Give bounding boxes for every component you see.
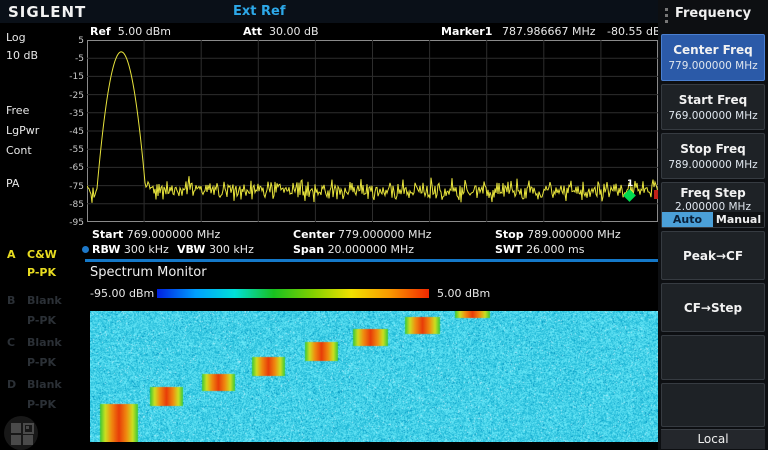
waterfall-display	[90, 311, 658, 442]
softkey-blank-2[interactable]	[661, 383, 765, 427]
trigger-free-label: Free	[6, 104, 29, 117]
trace-d-id: D	[7, 378, 16, 391]
attenuation-readout: Att 30.00 dB	[243, 25, 319, 38]
ext-ref-status: Ext Ref	[233, 4, 286, 19]
trace-c-id: C	[7, 336, 15, 349]
local-button[interactable]: Local	[661, 429, 765, 449]
scale-div-label: 10 dB	[6, 49, 38, 62]
swt-readout: SWT 26.000 ms	[495, 243, 585, 256]
brand-logo: SIGLENT	[8, 3, 86, 21]
ref-label: Ref	[90, 25, 111, 38]
cf-to-step-button[interactable]: CF→Step	[661, 283, 765, 332]
marker-freq: 787.986667 MHz	[502, 25, 596, 38]
start-freq-button[interactable]: Start Freq 769.000000 MHz	[661, 84, 765, 130]
y-tick-label: 5	[54, 36, 84, 46]
preamp-label: PA	[6, 177, 19, 190]
y-tick-label: -15	[54, 72, 84, 82]
y-tick-label: -35	[54, 109, 84, 119]
stop-freq-button[interactable]: Stop Freq 789.000000 MHz	[661, 133, 765, 179]
stop-freq-readout: Stop 789.000000 MHz	[495, 228, 621, 241]
trace-c-type: Blank	[27, 336, 62, 349]
softkey-blank-1[interactable]	[661, 335, 765, 380]
freq-step-manual-tab[interactable]: Manual	[713, 212, 764, 227]
spectrum-monitor-title: Spectrum Monitor	[90, 265, 207, 280]
center-freq-button[interactable]: Center Freq 779.000000 MHz	[661, 34, 765, 81]
y-tick-label: -95	[54, 218, 84, 228]
y-tick-label: -55	[54, 145, 84, 155]
ref-value: 5.00 dBm	[118, 25, 171, 38]
att-value: 30.00 dB	[269, 25, 319, 38]
rbw-coupled-dot	[82, 246, 89, 253]
rbw-readout: RBW 300 kHz	[92, 243, 169, 256]
marker-label: Marker1	[441, 25, 492, 38]
scale-max-label: 5.00 dBm	[437, 287, 490, 300]
trace-b-type: Blank	[27, 294, 62, 307]
marker1-label: 1	[627, 179, 633, 189]
vbw-readout: VBW 300 kHz	[177, 243, 254, 256]
scale-type-label: Log	[6, 31, 26, 44]
y-tick-label: -85	[54, 200, 84, 210]
trace-a-type: C&W	[27, 248, 57, 261]
top-bar	[0, 0, 658, 23]
menu-title: Frequency	[658, 6, 768, 21]
center-freq-readout: Center 779.000000 MHz	[293, 228, 432, 241]
spectrum-plot: 1	[87, 40, 658, 222]
start-freq-readout: Start 769.000000 MHz	[92, 228, 220, 241]
amplitude-colorbar	[157, 289, 429, 298]
peak-to-cf-button[interactable]: Peak→CF	[661, 231, 765, 280]
trace-c-detector: P-PK	[27, 356, 56, 369]
y-tick-label: -65	[54, 163, 84, 173]
trace-d-detector: P-PK	[27, 398, 56, 411]
y-tick-label: -5	[54, 54, 84, 64]
trace-a-detector: P-PK	[27, 266, 56, 279]
trace-d-type: Blank	[27, 378, 62, 391]
y-tick-label: -75	[54, 182, 84, 192]
scale-min-label: -95.00 dBm	[90, 287, 154, 300]
spectrum-analyzer-screen: SIGLENT Ext Ref Ref 5.00 dBm Att 30.00 d…	[0, 0, 768, 450]
softkey-menu: Frequency Center Freq 779.000000 MHz Sta…	[658, 0, 768, 450]
ref-level-readout: Ref 5.00 dBm	[90, 25, 171, 38]
trace-a-id: A	[7, 248, 16, 261]
trigger-lgpwr-label: LgPwr	[6, 124, 39, 137]
y-tick-label: -45	[54, 127, 84, 137]
apps-grid-icon[interactable]	[4, 416, 38, 450]
span-readout: Span 20.000000 MHz	[293, 243, 414, 256]
y-tick-label: -25	[54, 91, 84, 101]
trigger-cont-label: Cont	[6, 144, 32, 157]
section-divider	[85, 259, 660, 262]
freq-step-button[interactable]: Freq Step 2.000000 MHz Auto Manual	[661, 182, 765, 228]
trace-b-detector: P-PK	[27, 314, 56, 327]
att-label: Att	[243, 25, 262, 38]
trace-a-line	[87, 40, 658, 222]
marker-readout: Marker1	[441, 25, 492, 38]
freq-step-auto-tab[interactable]: Auto	[662, 212, 713, 227]
trace-b-id: B	[7, 294, 15, 307]
